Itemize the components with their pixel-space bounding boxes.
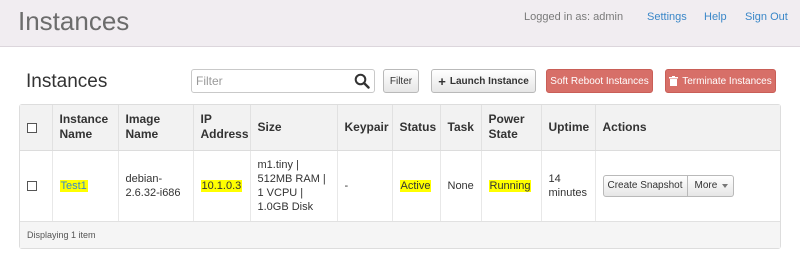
status-value: Active	[399, 179, 432, 192]
size-line: 512MB RAM |	[257, 172, 326, 185]
power-state-cell: Running	[481, 150, 542, 222]
size-line: m1.tiny |	[257, 158, 299, 171]
header-size[interactable]: Size	[250, 105, 338, 151]
actions-cell: Create Snapshot More	[595, 150, 780, 222]
row-select-cell	[20, 150, 53, 222]
table-header-row: Instance Name Image Name IP Address Size…	[20, 105, 780, 151]
more-actions-dropdown[interactable]: More	[687, 174, 734, 197]
logged-in-label: Logged in as: admin	[524, 11, 624, 23]
create-snapshot-button[interactable]: Create Snapshot	[602, 174, 688, 197]
app-title: Instances	[18, 6, 130, 36]
header-actions: Actions	[595, 105, 780, 151]
search-icon[interactable]	[354, 73, 370, 89]
trash-icon	[669, 76, 679, 86]
more-actions-label: More	[694, 179, 718, 191]
soft-reboot-label: Soft Reboot Instances	[550, 75, 649, 87]
row-checkbox[interactable]	[27, 180, 37, 191]
keypair-cell: -	[337, 150, 393, 222]
create-snapshot-label: Create Snapshot	[607, 179, 683, 191]
instance-name-link[interactable]: Test1	[59, 179, 88, 192]
terminate-instances-button[interactable]: Terminate Instances	[665, 69, 776, 93]
header-ip-address[interactable]: IP Address	[193, 105, 251, 151]
ip-address-cell: 10.1.0.3	[193, 150, 251, 222]
plus-icon: +	[438, 73, 446, 89]
help-link[interactable]: Help	[704, 11, 727, 23]
ip-address-value: 10.1.0.3	[200, 179, 243, 192]
uptime-cell: 14 minutes	[541, 150, 596, 222]
power-state-value: Running	[488, 179, 532, 192]
task-cell: None	[440, 150, 482, 222]
launch-instance-label: Launch Instance	[449, 75, 529, 87]
status-cell: Active	[392, 150, 441, 222]
select-all-checkbox[interactable]	[27, 122, 37, 133]
instances-table-container: Instance Name Image Name IP Address Size…	[19, 104, 781, 249]
image-name-cell: debian-2.6.32-i686	[118, 150, 194, 222]
instance-name-cell: Test1	[52, 150, 119, 222]
sign-out-link[interactable]: Sign Out	[745, 11, 788, 23]
header-task[interactable]: Task	[440, 105, 482, 151]
filter-search-box	[191, 69, 375, 93]
row-action-group: Create Snapshot More	[602, 174, 774, 197]
settings-link[interactable]: Settings	[647, 11, 687, 23]
filter-button[interactable]: Filter	[383, 69, 419, 93]
header-power-state[interactable]: Power State	[481, 105, 542, 151]
launch-instance-button[interactable]: + Launch Instance	[431, 69, 536, 93]
size-cell: m1.tiny | 512MB RAM | 1 VCPU | 1.0GB Dis…	[250, 150, 338, 222]
filter-input[interactable]	[196, 72, 352, 90]
instances-table: Instance Name Image Name IP Address Size…	[20, 105, 780, 248]
caret-down-icon	[722, 183, 729, 188]
size-line: 1.0GB Disk	[257, 200, 314, 213]
header-uptime[interactable]: Uptime	[541, 105, 596, 151]
select-all-header	[20, 105, 53, 151]
header-keypair[interactable]: Keypair	[337, 105, 393, 151]
soft-reboot-instances-button[interactable]: Soft Reboot Instances	[546, 69, 653, 93]
size-line: 1 VCPU |	[257, 186, 304, 199]
table-row: Test1 debian-2.6.32-i686 10.1.0.3 m1.tin…	[20, 150, 780, 222]
page-title: Instances	[26, 71, 108, 92]
table-footer-row: Displaying 1 item	[20, 221, 780, 248]
header-status[interactable]: Status	[392, 105, 441, 151]
top-bar: Instances Logged in as: admin Settings H…	[0, 0, 800, 47]
terminate-label: Terminate Instances	[682, 75, 772, 87]
filter-button-label: Filter	[389, 75, 413, 87]
item-count-label: Displaying 1 item	[20, 221, 780, 248]
header-instance-name[interactable]: Instance Name	[52, 105, 119, 151]
header-image-name[interactable]: Image Name	[118, 105, 194, 151]
